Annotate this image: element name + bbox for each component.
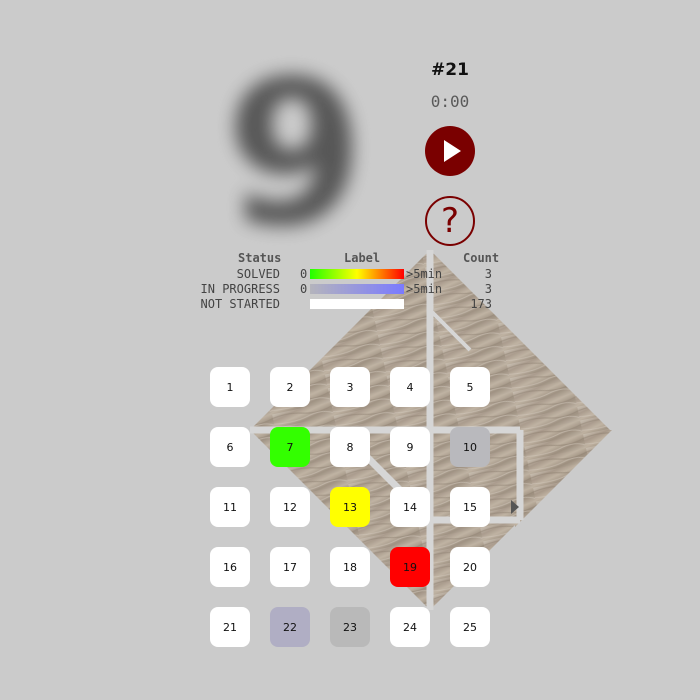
level-button[interactable]: 13	[330, 487, 370, 527]
preview-digit: 9	[225, 38, 365, 271]
level-button[interactable]: 12	[270, 487, 310, 527]
legend-status: NOT STARTED	[200, 297, 280, 311]
level-button[interactable]: 24	[390, 607, 430, 647]
play-icon	[444, 140, 461, 162]
level-button[interactable]: 14	[390, 487, 430, 527]
legend-color-bar	[310, 284, 404, 294]
level-button[interactable]: 20	[450, 547, 490, 587]
legend-header-status: Status	[238, 251, 282, 265]
level-button[interactable]: 23	[330, 607, 370, 647]
shape-preview: 9	[215, 45, 375, 265]
legend-count: 173	[470, 297, 492, 311]
level-button[interactable]: 2	[270, 367, 310, 407]
level-button[interactable]: 11	[210, 487, 250, 527]
level-button[interactable]: 3	[330, 367, 370, 407]
level-button[interactable]: 18	[330, 547, 370, 587]
status-legend: Status Label Count SOLVED 0 >5min 3 IN PROGR…	[195, 251, 505, 313]
legend-min: 0	[300, 282, 308, 296]
help-icon: ?	[440, 201, 460, 241]
legend-color-bar	[310, 299, 404, 309]
level-button[interactable]: 19	[390, 547, 430, 587]
level-button[interactable]: 1	[210, 367, 250, 407]
level-button[interactable]: 21	[210, 607, 250, 647]
level-button[interactable]: 15	[450, 487, 490, 527]
level-button[interactable]: 8	[330, 427, 370, 467]
legend-min: 0	[300, 267, 308, 281]
legend-max: >5min	[406, 282, 443, 296]
level-button[interactable]: 4	[390, 367, 430, 407]
level-button[interactable]: 22	[270, 607, 310, 647]
puzzle-number: #21	[431, 60, 469, 80]
level-button[interactable]: 17	[270, 547, 310, 587]
level-button[interactable]: 7	[270, 427, 310, 467]
level-button[interactable]: 5	[450, 367, 490, 407]
play-button[interactable]	[425, 126, 475, 176]
next-page-icon[interactable]	[509, 499, 521, 515]
level-button[interactable]: 10	[450, 427, 490, 467]
legend-status: SOLVED	[236, 267, 280, 281]
legend-max: >5min	[406, 267, 443, 281]
legend-count: 3	[484, 267, 492, 281]
legend-color-bar	[310, 269, 404, 279]
legend-header-count: Count	[463, 251, 500, 265]
legend-header-label: Label	[344, 251, 381, 265]
level-button[interactable]: 16	[210, 547, 250, 587]
legend-status: IN PROGRESS	[200, 282, 280, 296]
level-button[interactable]: 9	[390, 427, 430, 467]
legend-count: 3	[484, 282, 492, 296]
timer: 0:00	[430, 92, 470, 111]
help-button[interactable]: ?	[425, 196, 475, 246]
level-button[interactable]: 6	[210, 427, 250, 467]
level-button[interactable]: 25	[450, 607, 490, 647]
